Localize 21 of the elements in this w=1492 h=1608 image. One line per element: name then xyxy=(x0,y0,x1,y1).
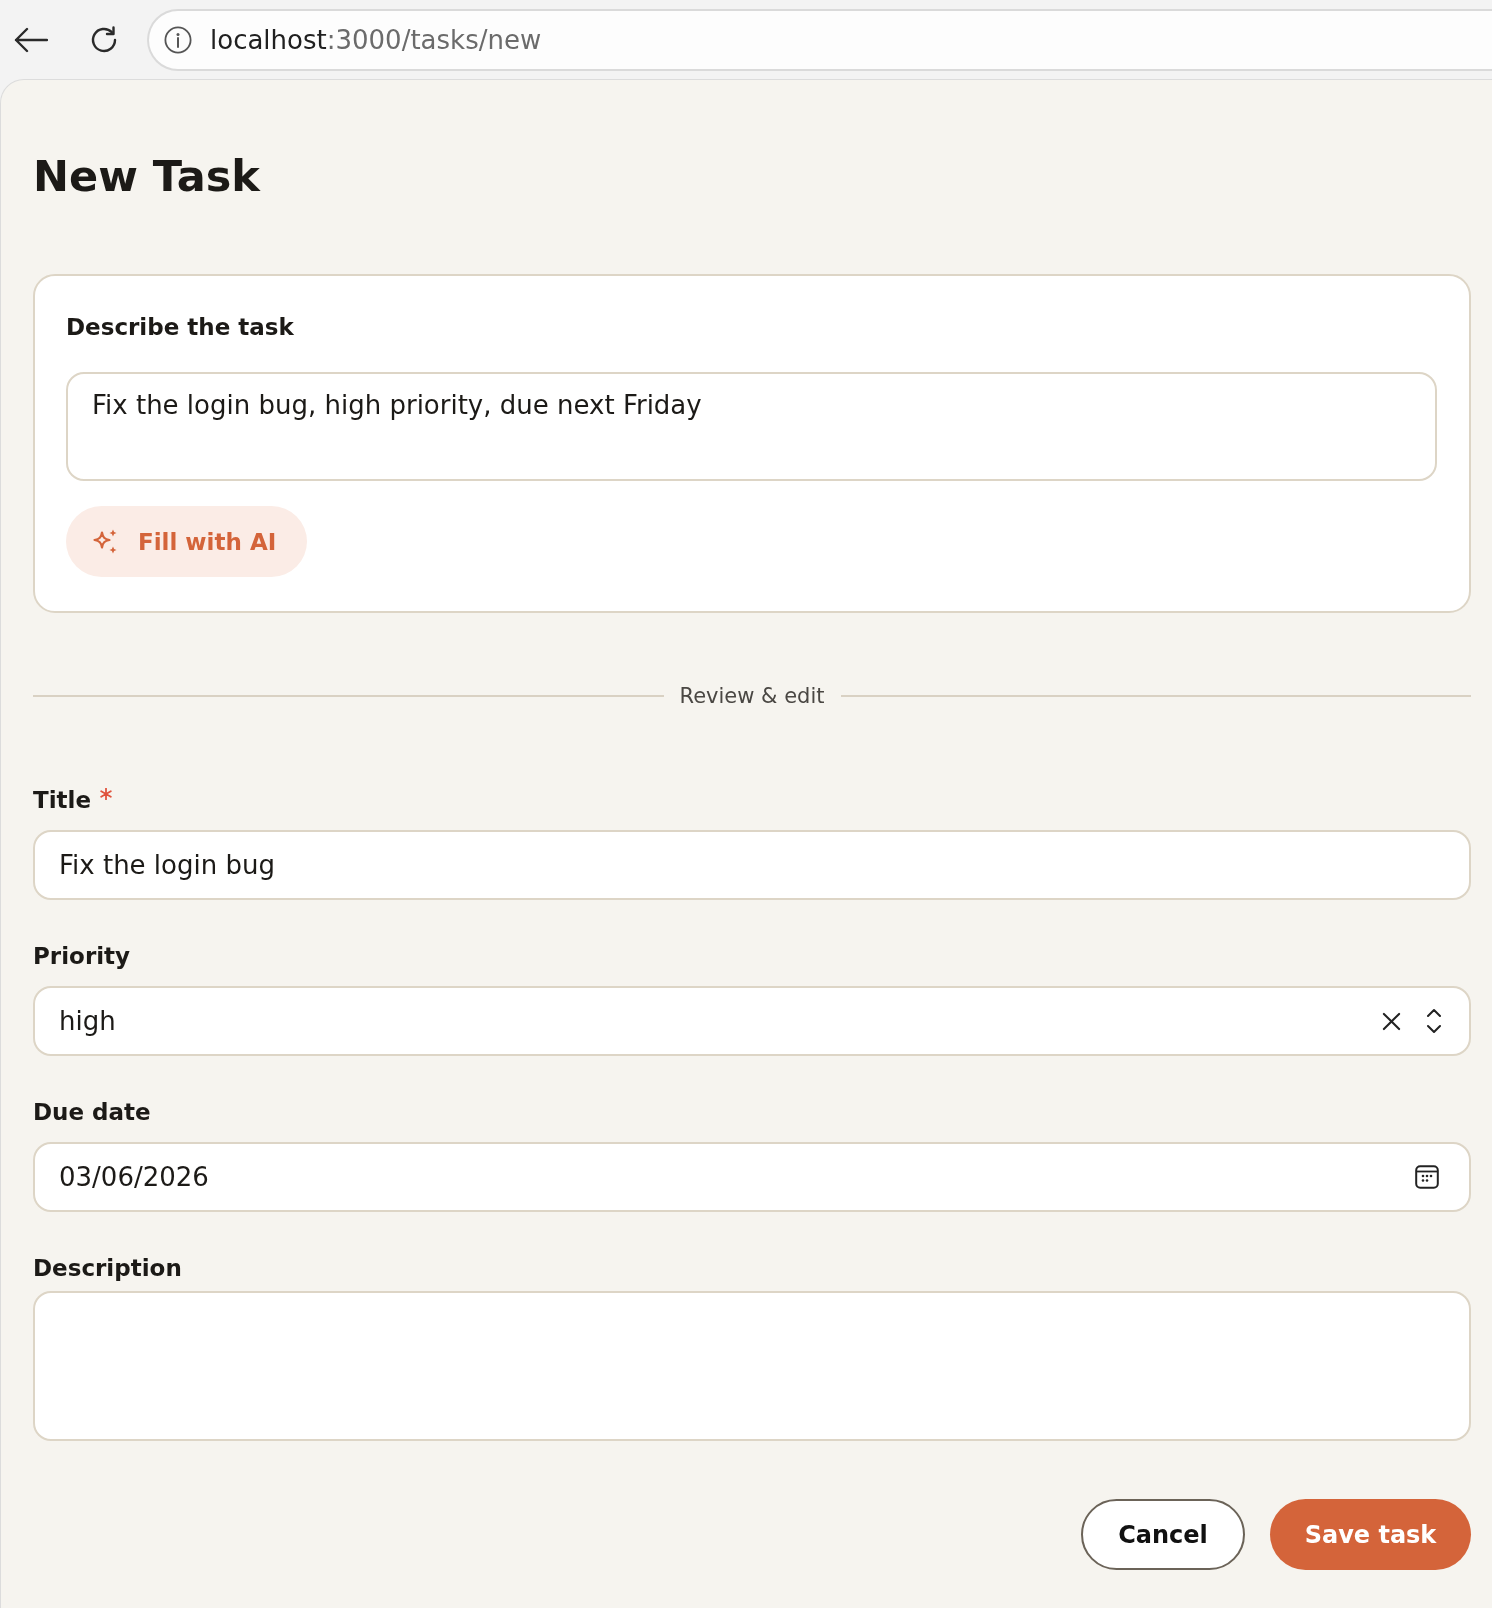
describe-textarea[interactable]: Fix the login bug, high priority, due next Friday xyxy=(66,372,1437,481)
priority-select[interactable]: high xyxy=(33,986,1471,1056)
field-label: Priority xyxy=(33,942,131,971)
chevron-up-down-icon[interactable] xyxy=(1426,1008,1442,1034)
field-label: Title xyxy=(33,786,92,815)
url-text[interactable]: localhost:3000/tasks/new xyxy=(210,24,542,55)
back-icon[interactable] xyxy=(14,26,48,53)
field-label: Description xyxy=(33,1254,182,1283)
address-bar[interactable]: localhost:3000/tasks/new xyxy=(147,8,1492,71)
title-input[interactable]: Fix the login bug xyxy=(33,830,1471,900)
reload-icon[interactable] xyxy=(89,24,119,55)
info-icon[interactable] xyxy=(164,25,192,54)
clear-icon[interactable] xyxy=(1382,1011,1401,1031)
due-date-input[interactable]: 03/06/2026 xyxy=(33,1142,1471,1212)
field-label: Describe the task xyxy=(66,313,294,342)
section-divider-label: Review & edit xyxy=(679,683,825,710)
page-title: New Task xyxy=(33,150,262,203)
field-label: Due date xyxy=(33,1098,151,1127)
calendar-icon[interactable] xyxy=(1415,1165,1439,1189)
save-button[interactable]: Save task xyxy=(1270,1499,1471,1570)
cancel-button[interactable]: Cancel xyxy=(1081,1499,1245,1570)
